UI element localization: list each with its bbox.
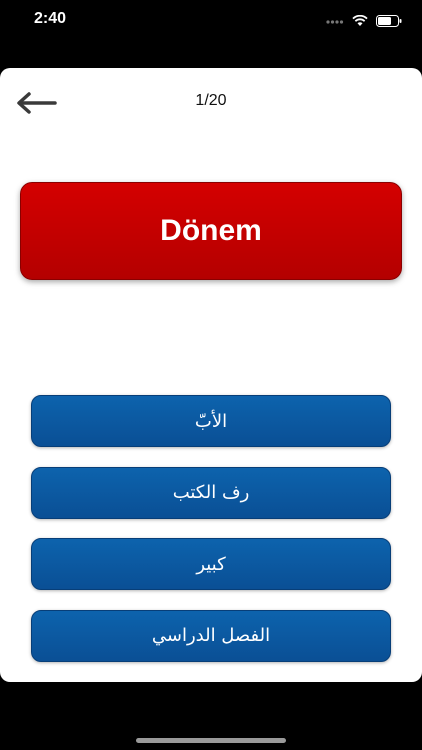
signal-dots-icon: [326, 12, 344, 31]
wifi-icon: [352, 12, 368, 31]
quiz-sheet: 1/20 Dönem الأبّ رف الكتب كبير الفصل الد…: [0, 68, 422, 682]
answer-list: الأبّ رف الكتب كبير الفصل الدراسي: [31, 395, 391, 681]
answer-label: رف الكتب: [172, 482, 250, 503]
answer-option-1[interactable]: الأبّ: [31, 395, 391, 447]
answer-label: كبير: [196, 553, 226, 575]
status-icons: [326, 12, 402, 31]
status-time: 2:40: [34, 10, 67, 27]
progress-counter: 1/20: [195, 92, 227, 109]
answer-option-3[interactable]: كبير: [31, 538, 391, 590]
status-bar: 2:40: [0, 0, 422, 44]
answer-option-2[interactable]: رف الكتب: [31, 466, 391, 519]
answer-option-4[interactable]: الفصل الدراسي: [31, 609, 391, 662]
battery-icon: [376, 12, 402, 31]
answer-label: الأبّ: [194, 410, 228, 432]
home-indicator[interactable]: [136, 738, 286, 743]
question-word: Dönem: [160, 214, 262, 247]
answer-label: الفصل الدراسي: [151, 625, 271, 646]
question-word-card: Dönem: [20, 182, 402, 280]
